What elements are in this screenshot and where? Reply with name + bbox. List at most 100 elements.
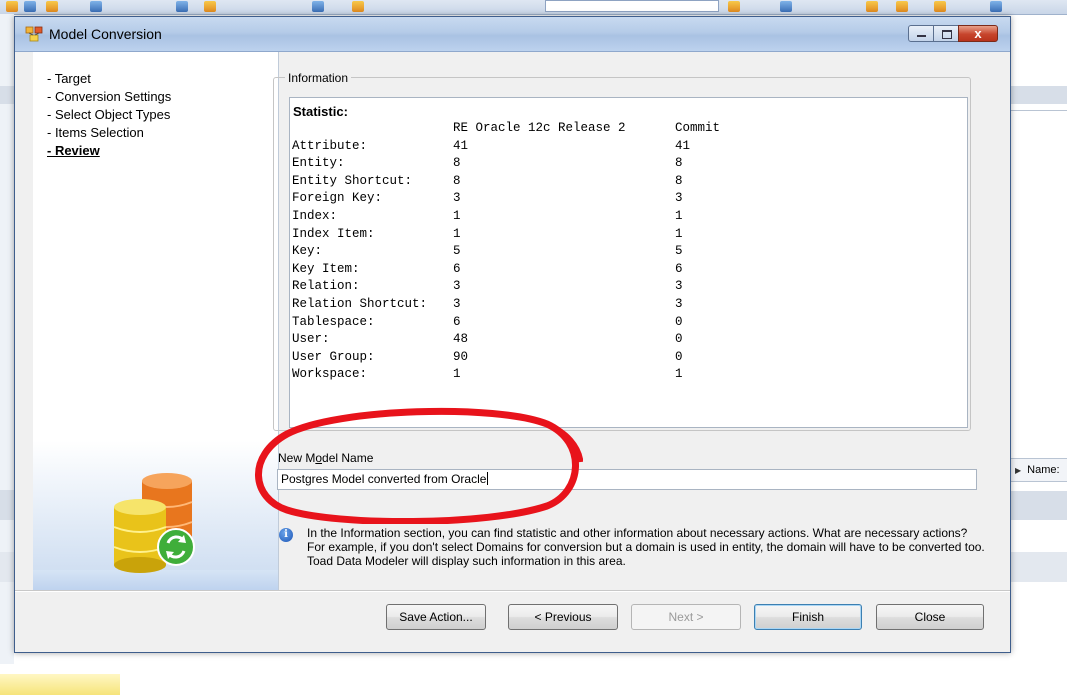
background-names-column[interactable]: ▶ Name: <box>1010 458 1067 482</box>
next-button[interactable]: Next > <box>631 604 741 630</box>
statistic-title: Statistic: <box>293 104 348 119</box>
toolbar-icon[interactable] <box>176 1 188 12</box>
statistic-column-header: RE Oracle 12c Release 2 <box>453 121 626 135</box>
statistic-cell: Relation: <box>292 279 360 294</box>
statistic-cell: 3 <box>675 191 683 206</box>
statistic-cell: Entity Shortcut: <box>292 173 413 188</box>
background-right-panel <box>1010 110 1067 491</box>
toolbar-icon[interactable] <box>24 1 36 12</box>
statistic-cell: 3 <box>453 279 461 294</box>
toolbar-icon[interactable] <box>204 1 216 12</box>
toolbar-icon[interactable] <box>352 1 364 12</box>
statistic-row: Workspace: 1 1 <box>292 366 755 384</box>
step-select-object-types[interactable]: - Select Object Types <box>47 106 278 124</box>
dialog-titlebar[interactable]: Model Conversion x <box>15 17 1010 52</box>
background-toolbar <box>0 0 1067 15</box>
step-items-selection[interactable]: - Items Selection <box>47 124 278 142</box>
statistic-cell: 1 <box>453 208 461 223</box>
statistic-cell: Key Item: <box>292 261 360 276</box>
toolbar-icon[interactable] <box>728 1 740 12</box>
statistic-cell: 3 <box>675 279 683 294</box>
statistic-row: Attribute: 41 41 <box>292 138 755 156</box>
window-controls: x <box>908 25 998 43</box>
statistic-cell: Foreign Key: <box>292 191 383 206</box>
statistic-row: Entity: 8 8 <box>292 155 755 173</box>
close-window-button[interactable]: x <box>958 25 998 42</box>
save-action-button[interactable]: Save Action... <box>386 604 486 630</box>
close-icon: x <box>974 26 982 41</box>
statistic-cell: Attribute: <box>292 138 368 153</box>
step-conversion-settings[interactable]: - Conversion Settings <box>47 88 278 106</box>
statistic-row: Key: 5 5 <box>292 243 755 261</box>
step-target[interactable]: - Target <box>47 70 278 88</box>
statistic-cell: 6 <box>453 261 461 276</box>
toolbar-icon[interactable] <box>780 1 792 12</box>
statistic-row: User Group: 90 0 <box>292 349 755 367</box>
statistic-row: Entity Shortcut: 8 8 <box>292 173 755 191</box>
statistic-cell: Index: <box>292 208 338 223</box>
statistic-cell: 0 <box>675 332 683 347</box>
database-sync-logo <box>113 473 195 573</box>
help-text: In the Information section, you can find… <box>307 526 985 568</box>
toolbar-icon[interactable] <box>312 1 324 12</box>
statistic-cell: 1 <box>675 226 683 241</box>
background-status-highlight <box>0 674 120 695</box>
statistic-cell: 6 <box>675 261 683 276</box>
statistic-cell: Entity: <box>292 156 345 171</box>
statistic-cell: 3 <box>453 296 461 311</box>
statistic-row: Foreign Key: 3 3 <box>292 190 755 208</box>
statistic-cell: Index Item: <box>292 226 375 241</box>
step-review[interactable]: - Review <box>47 142 278 160</box>
statistic-table: RE Oracle 12c Release 2 Commit Attribute: 4… <box>292 120 755 384</box>
statistic-cell: Key: <box>292 244 323 259</box>
statistic-cell: 1 <box>675 208 683 223</box>
statistic-row: Index: 1 1 <box>292 208 755 226</box>
statistic-row: Relation: 3 3 <box>292 278 755 296</box>
statistic-column-header <box>292 120 453 138</box>
information-panel[interactable]: Statistic: RE Oracle 12c Release 2 Commit… <box>289 97 968 428</box>
information-legend: Information <box>285 71 352 85</box>
new-model-name-label: New Model Name <box>278 451 374 465</box>
statistic-cell: 1 <box>453 367 461 382</box>
minimize-button[interactable] <box>908 25 934 42</box>
statistic-cell: 41 <box>453 138 469 153</box>
model-conversion-dialog: Model Conversion x - Target - Conversion… <box>14 16 1011 653</box>
toolbar-icon[interactable] <box>90 1 102 12</box>
maximize-button[interactable] <box>933 25 959 42</box>
statistic-cell: 5 <box>675 244 683 259</box>
statistic-cell: 8 <box>453 156 461 171</box>
statistic-cell: Relation Shortcut: <box>292 296 428 311</box>
statistic-cell: 1 <box>675 367 683 382</box>
close-button[interactable]: Close <box>876 604 984 630</box>
statistic-cell: 90 <box>453 349 469 364</box>
statistic-cell: 0 <box>675 349 683 364</box>
finish-button[interactable]: Finish <box>754 604 862 630</box>
toolbar-icon[interactable] <box>990 1 1002 12</box>
statistic-cell: 8 <box>675 173 683 188</box>
statistic-cell: 0 <box>675 314 683 329</box>
footer-separator <box>15 590 1010 592</box>
statistic-cell: 5 <box>453 244 461 259</box>
statistic-cell: 41 <box>675 138 691 153</box>
statistic-cell: Tablespace: <box>292 314 375 329</box>
toolbar-icon[interactable] <box>896 1 908 12</box>
toolbar-icon[interactable] <box>934 1 946 12</box>
expand-arrow-icon: ▶ <box>1015 466 1022 475</box>
statistic-row: Key Item: 6 6 <box>292 261 755 279</box>
toolbar-field[interactable] <box>545 0 719 12</box>
model-conversion-app-icon <box>25 26 43 42</box>
previous-button[interactable]: < Previous <box>508 604 618 630</box>
maximize-icon <box>942 30 952 39</box>
statistic-cell: 1 <box>453 226 461 241</box>
minimize-icon <box>917 35 926 37</box>
statistic-row: Index Item: 1 1 <box>292 226 755 244</box>
statistic-cell: Workspace: <box>292 367 368 382</box>
statistic-cell: 6 <box>453 314 461 329</box>
statistic-cell: 48 <box>453 332 469 347</box>
toolbar-icon[interactable] <box>46 1 58 12</box>
new-model-name-input[interactable]: Postgres Model converted from Oracle <box>277 469 977 490</box>
toolbar-icon[interactable] <box>866 1 878 12</box>
names-column-label: Name: <box>1027 464 1060 476</box>
toolbar-icon[interactable] <box>6 1 18 12</box>
info-icon: i <box>279 528 293 542</box>
